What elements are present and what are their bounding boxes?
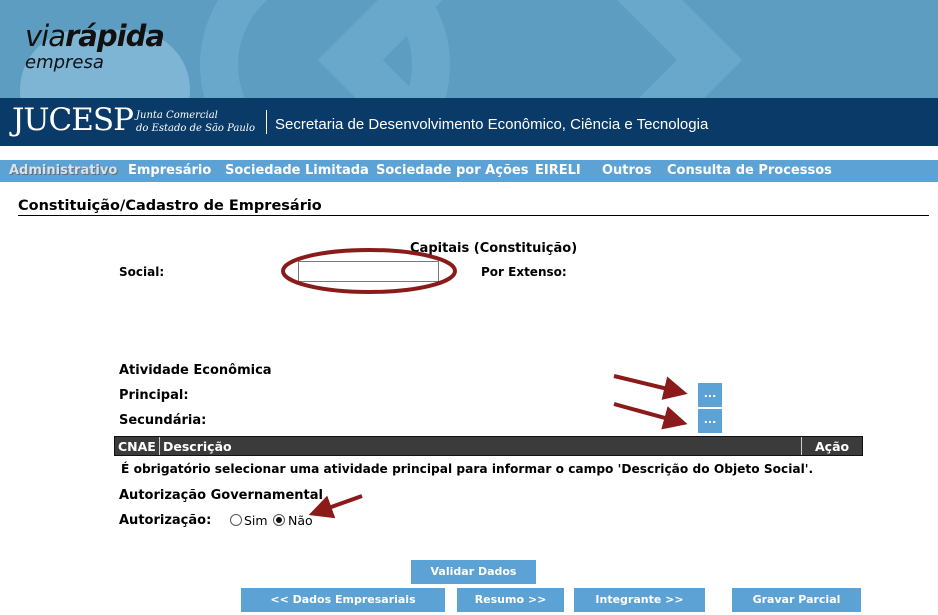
page-title: Constituição/Cadastro de Empresário <box>18 198 322 214</box>
resumo-button[interactable]: Resumo >> <box>457 588 564 612</box>
arrow-to-secundaria <box>613 402 688 430</box>
capital-social-input[interactable] <box>298 261 439 282</box>
nav-item-sociedade-por-acoes[interactable]: Sociedade por Ações <box>376 163 528 179</box>
secundaria-lookup-button[interactable]: ... <box>698 409 722 433</box>
nav-item-empresario[interactable]: Empresário <box>128 163 211 179</box>
nav-item-sociedade-limitada[interactable]: Sociedade Limitada <box>225 163 369 179</box>
validar-dados-button[interactable]: Validar Dados <box>411 560 536 584</box>
jucesp-logo: JUCESP <box>12 102 134 138</box>
viarapida-logo: viarápida <box>25 19 165 53</box>
arrow-to-nao-option <box>308 494 363 519</box>
capitais-heading: Capitais (Constituição) <box>410 241 578 256</box>
autorizacao-heading: Autorização Governamental <box>119 488 323 503</box>
column-separator <box>801 437 802 455</box>
secretaria-title: Secretaria de Desenvolvimento Econômico,… <box>275 116 709 133</box>
column-header-descricao: Descrição <box>163 439 232 454</box>
obrigatorio-notice: É obrigatório selecionar uma atividade p… <box>121 462 814 476</box>
column-separator <box>159 437 160 455</box>
autorizacao-nao-label: Não <box>288 513 313 528</box>
atividade-heading: Atividade Econômica <box>119 363 272 378</box>
gravar-parcial-button[interactable]: Gravar Parcial <box>732 588 861 612</box>
banner-decoration <box>317 0 743 98</box>
integrante-button[interactable]: Integrante >> <box>574 588 705 612</box>
principal-lookup-button[interactable]: ... <box>698 383 722 407</box>
divider <box>266 110 267 134</box>
column-header-acao: Ação <box>815 439 850 454</box>
autorizacao-nao-radio[interactable] <box>273 514 285 526</box>
nav-item-consulta-processos[interactable]: Consulta de Processos <box>667 163 832 179</box>
secundaria-label: Secundária: <box>119 413 207 428</box>
nav-item-outros[interactable]: Outros <box>602 163 652 179</box>
main-nav: Administrativo Empresário Sociedade Limi… <box>0 160 938 182</box>
autorizacao-label: Autorização: <box>119 513 212 528</box>
cnae-table-header: CNAE Descrição Ação <box>114 436 863 456</box>
jucesp-subtitle-line1: Junta Comercial <box>136 110 218 121</box>
column-header-cnae: CNAE <box>118 439 156 454</box>
viarapida-logo-subtitle: empresa <box>25 52 104 73</box>
autorizacao-sim-radio[interactable] <box>230 514 242 526</box>
por-extenso-label: Por Extenso: <box>481 265 567 279</box>
title-divider <box>18 215 929 216</box>
dados-empresariais-button[interactable]: << Dados Empresariais <box>241 588 445 612</box>
principal-label: Principal: <box>119 388 189 403</box>
social-label: Social: <box>119 265 165 279</box>
jucesp-subtitle-line2: do Estado de São Paulo <box>136 123 256 134</box>
arrow-to-principal <box>613 374 688 400</box>
nav-item-administrativo[interactable]: Administrativo <box>9 163 117 179</box>
autorizacao-sim-label: Sim <box>244 513 268 528</box>
nav-item-eireli[interactable]: EIRELI <box>535 163 581 179</box>
